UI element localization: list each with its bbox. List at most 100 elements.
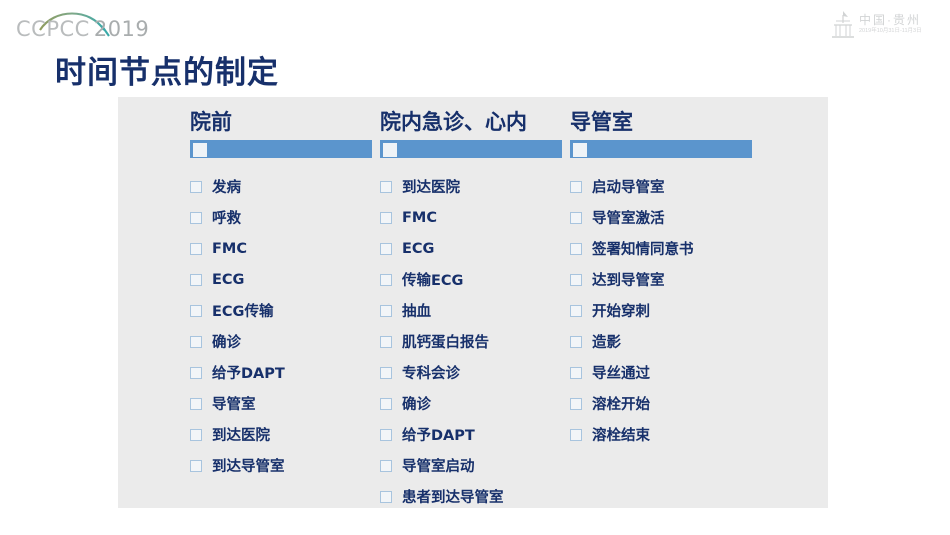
list-item-label: 溶栓结束 xyxy=(592,428,650,444)
checkbox-icon[interactable] xyxy=(380,180,392,193)
checkbox-icon[interactable] xyxy=(190,335,202,348)
list-item-label: 专科会诊 xyxy=(402,366,460,382)
list-item-label: FMC xyxy=(402,209,437,226)
column-progress-bar[interactable] xyxy=(190,140,372,158)
checkbox-icon[interactable] xyxy=(570,366,582,379)
list-item[interactable]: 给予DAPT xyxy=(380,419,570,450)
list-item-label: 呼救 xyxy=(212,211,241,227)
list-item-label: 导管室启动 xyxy=(402,459,475,475)
bar-knob[interactable] xyxy=(193,143,207,157)
list-item-label: 给予DAPT xyxy=(212,366,285,382)
list-item-label: 到达导管室 xyxy=(212,459,285,475)
logo-year-text: 2019 xyxy=(93,17,150,41)
checkbox-icon[interactable] xyxy=(380,490,392,503)
list-item[interactable]: 导丝通过 xyxy=(570,357,760,388)
checkbox-icon[interactable] xyxy=(570,273,582,286)
column-progress-bar[interactable] xyxy=(380,140,562,158)
list-item[interactable]: ECG xyxy=(380,233,570,264)
page-title: 时间节点的制定 xyxy=(55,55,279,91)
checkbox-icon[interactable] xyxy=(380,242,392,255)
list-item-label: 启动导管室 xyxy=(592,180,665,196)
list-item[interactable]: 溶栓开始 xyxy=(570,388,760,419)
list-item[interactable]: 导管室 xyxy=(190,388,380,419)
checkbox-icon[interactable] xyxy=(190,211,202,224)
checkbox-icon[interactable] xyxy=(190,397,202,410)
venue-name: 中国·贵州 xyxy=(859,13,921,27)
list-item[interactable]: 到达医院 xyxy=(380,171,570,202)
list-item[interactable]: 确诊 xyxy=(380,388,570,419)
list-item-label: 达到导管室 xyxy=(592,273,665,289)
column-item-list: 启动导管室 导管室激活 签署知情同意书 达到导管室 开始穿刺 造影 导丝通过 溶… xyxy=(570,171,760,450)
list-item-label: ECG xyxy=(402,240,435,257)
checkbox-icon[interactable] xyxy=(570,428,582,441)
checkbox-icon[interactable] xyxy=(570,304,582,317)
list-item[interactable]: ECG xyxy=(190,264,380,295)
list-item[interactable]: 专科会诊 xyxy=(380,357,570,388)
list-item-label: 到达医院 xyxy=(212,428,270,444)
list-item[interactable]: 到达医院 xyxy=(190,419,380,450)
list-item[interactable]: 溶栓结束 xyxy=(570,419,760,450)
list-item-label: ECG传输 xyxy=(212,304,274,320)
checkbox-icon[interactable] xyxy=(380,459,392,472)
column-item-list: 发病 呼救 FMC ECG ECG传输 确诊 给予DAPT 导管室 到达医院 到… xyxy=(190,171,380,481)
list-item[interactable]: 造影 xyxy=(570,326,760,357)
checkbox-icon[interactable] xyxy=(570,211,582,224)
checkbox-icon[interactable] xyxy=(190,428,202,441)
checkbox-icon[interactable] xyxy=(570,180,582,193)
list-item[interactable]: 患者到达导管室 xyxy=(380,481,570,512)
list-item[interactable]: 给予DAPT xyxy=(190,357,380,388)
column-progress-bar[interactable] xyxy=(570,140,752,158)
bar-knob[interactable] xyxy=(383,143,397,157)
checkbox-icon[interactable] xyxy=(380,335,392,348)
checkbox-icon[interactable] xyxy=(380,366,392,379)
checkbox-icon[interactable] xyxy=(190,180,202,193)
list-item[interactable]: 传输ECG xyxy=(380,264,570,295)
list-item[interactable]: FMC xyxy=(190,233,380,264)
checkbox-icon[interactable] xyxy=(380,273,392,286)
list-item-label: 抽血 xyxy=(402,304,431,320)
list-item-label: ECG xyxy=(212,271,245,288)
list-item[interactable]: 导管室激活 xyxy=(570,202,760,233)
checkbox-icon[interactable] xyxy=(570,242,582,255)
checkbox-icon[interactable] xyxy=(380,304,392,317)
list-item-label: 溶栓开始 xyxy=(592,397,650,413)
venue-logo: 中国·贵州 2019年10月31日-11月3日 xyxy=(830,8,942,40)
list-item-label: 给予DAPT xyxy=(402,428,475,444)
list-item[interactable]: 开始穿刺 xyxy=(570,295,760,326)
checkbox-icon[interactable] xyxy=(190,304,202,317)
list-item[interactable]: FMC xyxy=(380,202,570,233)
checkbox-icon[interactable] xyxy=(380,211,392,224)
checkbox-icon[interactable] xyxy=(380,397,392,410)
checkbox-icon[interactable] xyxy=(570,335,582,348)
list-item[interactable]: 签署知情同意书 xyxy=(570,233,760,264)
bar-knob[interactable] xyxy=(573,143,587,157)
checkbox-icon[interactable] xyxy=(380,428,392,441)
list-item-label: 确诊 xyxy=(212,335,241,351)
list-item[interactable]: 呼救 xyxy=(190,202,380,233)
list-item[interactable]: 发病 xyxy=(190,171,380,202)
list-item-label: 导管室激活 xyxy=(592,211,665,227)
list-item[interactable]: ECG传输 xyxy=(190,295,380,326)
checkbox-icon[interactable] xyxy=(190,366,202,379)
list-item[interactable]: 肌钙蛋白报告 xyxy=(380,326,570,357)
column-item-list: 到达医院 FMC ECG 传输ECG 抽血 肌钙蛋白报告 专科会诊 确诊 给予D… xyxy=(380,171,570,512)
list-item[interactable]: 到达导管室 xyxy=(190,450,380,481)
list-item[interactable]: 确诊 xyxy=(190,326,380,357)
list-item-label: 导丝通过 xyxy=(592,366,650,382)
list-item-label: 肌钙蛋白报告 xyxy=(402,335,489,351)
list-item-label: FMC xyxy=(212,240,247,257)
checkbox-icon[interactable] xyxy=(190,242,202,255)
list-item[interactable]: 启动导管室 xyxy=(570,171,760,202)
checkbox-icon[interactable] xyxy=(190,273,202,286)
venue-date: 2019年10月31日-11月3日 xyxy=(859,28,922,34)
checkbox-icon[interactable] xyxy=(570,397,582,410)
conference-logo: CCPCC 2019 xyxy=(14,6,154,41)
column-header: 院内急诊、心内 xyxy=(380,110,527,134)
checkbox-icon[interactable] xyxy=(190,459,202,472)
list-item[interactable]: 达到导管室 xyxy=(570,264,760,295)
column-header: 院前 xyxy=(190,110,232,134)
list-item[interactable]: 抽血 xyxy=(380,295,570,326)
list-item-label: 患者到达导管室 xyxy=(402,490,504,506)
list-item[interactable]: 导管室启动 xyxy=(380,450,570,481)
list-item-label: 传输ECG xyxy=(402,273,464,289)
